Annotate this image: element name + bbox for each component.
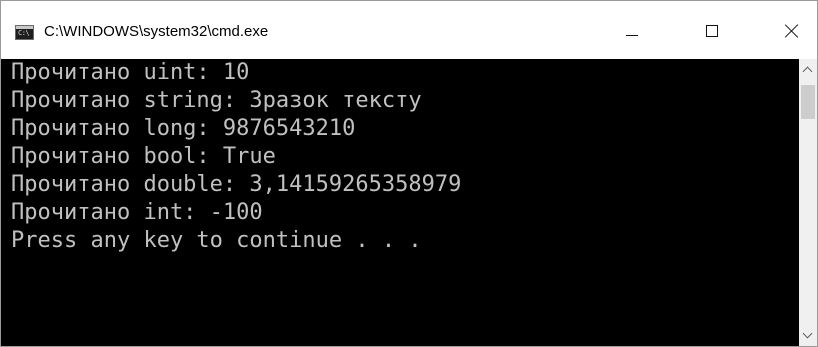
minimize-icon [626,35,638,36]
maximize-icon [706,25,718,37]
console-lines: Прочитано uint: 10 Прочитано string: Зра… [11,59,461,255]
console-line: Прочитано double: 3,14159265358979 [11,172,462,197]
console-line: Прочитано string: Зразок тексту [11,88,422,113]
console-output[interactable]: Прочитано uint: 10 Прочитано string: Зра… [1,59,799,346]
title-bar[interactable]: C:\ C:\WINDOWS\system32\cmd.exe [1,1,817,59]
scroll-thumb[interactable] [801,85,815,119]
cmd-window: C:\ C:\WINDOWS\system32\cmd.exe Прочитан… [0,0,818,347]
chevron-up-icon [802,66,813,77]
cmd-icon[interactable]: C:\ [15,25,34,40]
cmd-icon-text: C:\ [18,29,30,37]
window-title: C:\WINDOWS\system32\cmd.exe [44,23,269,40]
console-line: Прочитано bool: True [11,144,276,169]
close-icon [785,24,799,38]
minimize-button[interactable] [609,1,655,59]
console-line: Press any key to continue . . . [11,228,422,253]
chevron-down-icon [802,328,813,339]
scroll-down-button[interactable] [799,324,817,346]
vertical-scrollbar[interactable] [799,59,817,346]
console-line: Прочитано uint: 10 [11,60,250,85]
console-line: Прочитано long: 9876543210 [11,116,356,141]
console-line: Прочитано int: -100 [11,200,263,225]
close-button[interactable] [769,1,815,59]
scroll-up-button[interactable] [799,59,817,81]
maximize-button[interactable] [689,1,735,59]
